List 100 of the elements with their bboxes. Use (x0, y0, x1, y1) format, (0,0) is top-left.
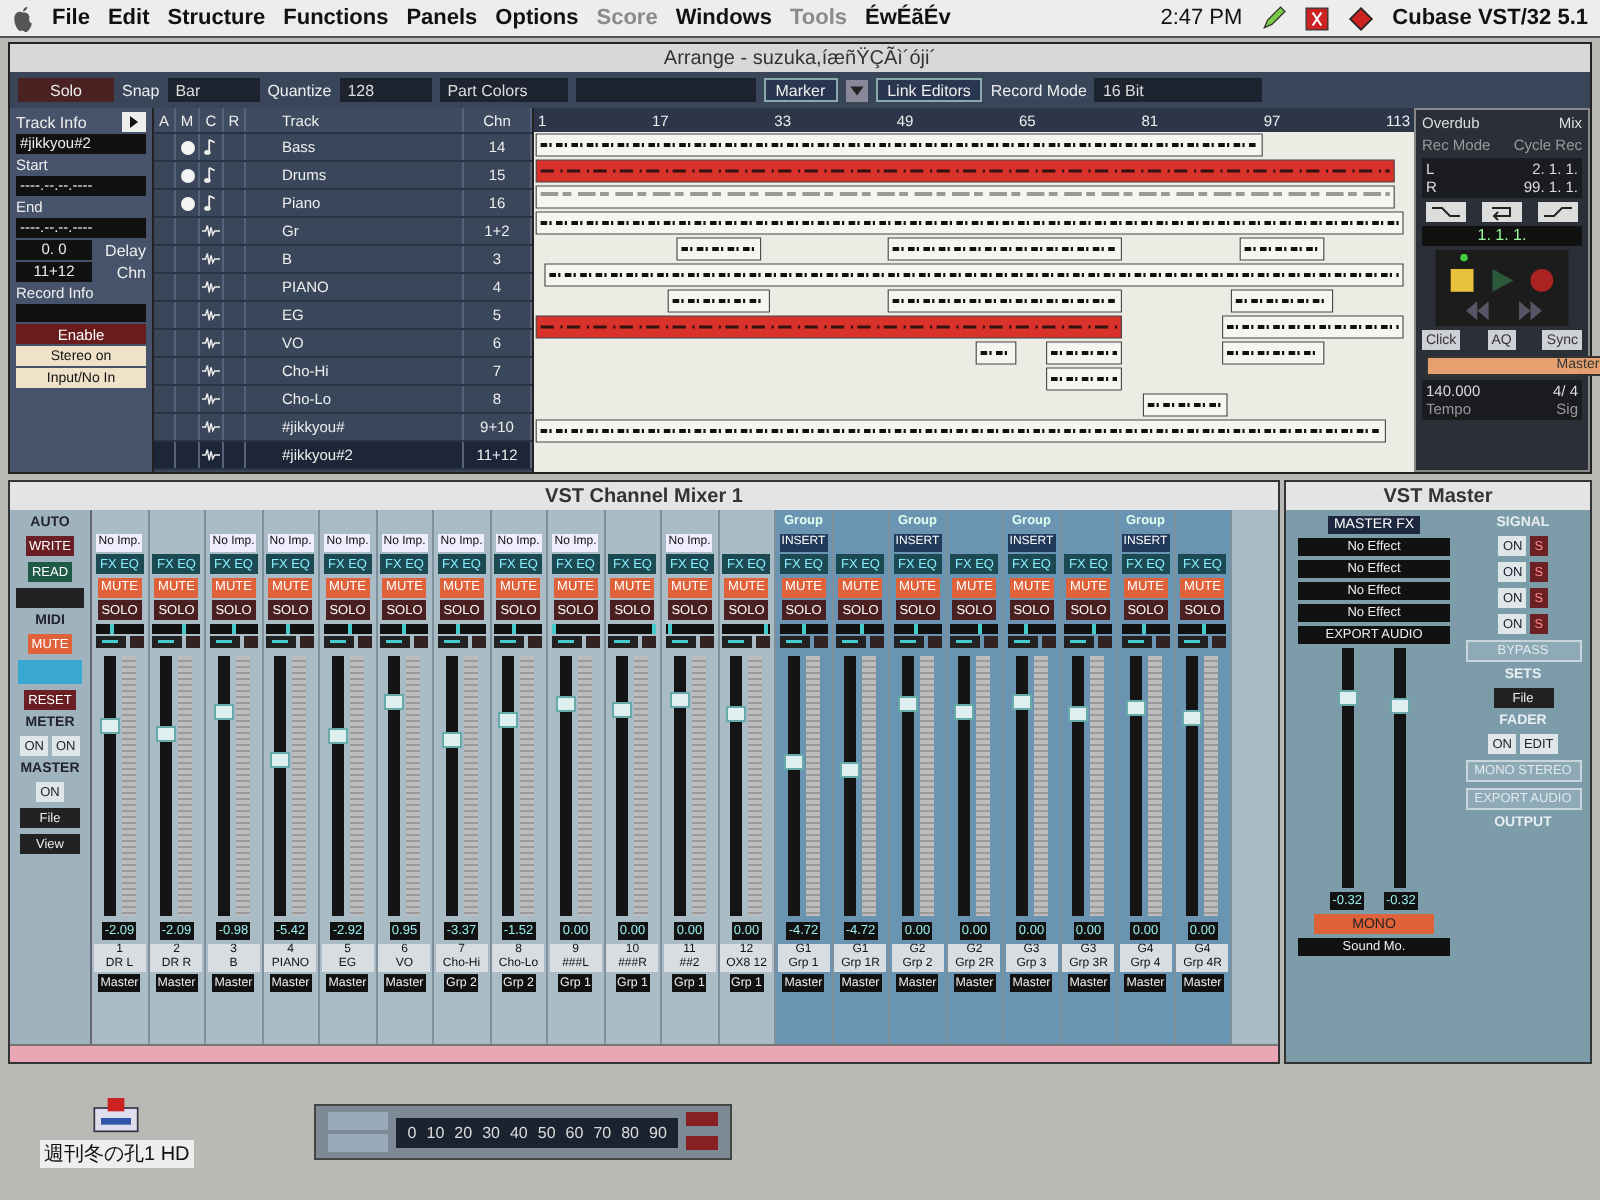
pan-handle[interactable] (286, 623, 291, 633)
fader-handle[interactable] (441, 732, 462, 749)
mute-dot-icon[interactable] (179, 167, 195, 183)
fader-handle[interactable] (1125, 699, 1146, 715)
channel-buttons-drawing[interactable] (437, 636, 486, 648)
fader-handle[interactable] (156, 725, 177, 741)
fader-handle[interactable] (669, 691, 690, 708)
caret-icon[interactable] (845, 79, 868, 101)
fader-handle[interactable] (384, 693, 405, 710)
menu-item[interactable]: File (52, 6, 90, 30)
pan-slider[interactable] (266, 623, 315, 633)
menu-item[interactable]: ÉwÉãÉv (865, 6, 951, 30)
record-info-field[interactable] (16, 304, 146, 322)
fader-handle[interactable] (1011, 693, 1032, 710)
pan-slider[interactable] (95, 623, 144, 633)
fader-handle[interactable] (99, 717, 120, 734)
fader-handle[interactable] (498, 712, 519, 728)
pan-slider[interactable] (437, 623, 486, 633)
menu-item[interactable]: Edit (107, 6, 150, 30)
application-name[interactable]: Cubase VST/32 5.1 (1392, 6, 1588, 30)
hard-disk-icon[interactable] (90, 1097, 143, 1137)
pan-slider[interactable] (1121, 623, 1170, 633)
channel-buttons-drawing[interactable] (608, 636, 657, 648)
pan-handle[interactable] (455, 623, 460, 633)
link-editors-button[interactable]: Link Editors (875, 78, 983, 102)
fader-handle[interactable] (1182, 709, 1203, 726)
pan-handle[interactable] (551, 623, 556, 633)
channel-buttons-drawing[interactable] (665, 636, 714, 648)
snap-dropdown[interactable]: Bar (167, 78, 260, 102)
punch-in-icon[interactable] (1422, 202, 1470, 222)
part-colors-dropdown[interactable]: Part Colors (439, 78, 568, 102)
mute-dot-icon[interactable] (179, 195, 195, 211)
pan-handle[interactable] (1024, 623, 1029, 633)
punch-out-icon[interactable] (1534, 202, 1582, 222)
record-mode-dropdown[interactable]: 16 Bit (1094, 78, 1263, 102)
fader-handle[interactable] (954, 704, 975, 721)
pan-handle[interactable] (801, 623, 806, 633)
pan-handle[interactable] (1202, 623, 1207, 633)
pan-slider[interactable] (779, 623, 828, 633)
toggle-button[interactable] (18, 660, 82, 684)
channel-buttons-drawing[interactable] (1121, 636, 1170, 648)
channel-buttons-drawing[interactable] (1178, 636, 1227, 648)
menu-item[interactable]: Windows (675, 6, 772, 30)
menu-item[interactable]: Panels (406, 6, 478, 30)
channel-buttons-drawing[interactable] (836, 636, 885, 648)
disk-label[interactable]: 週刊冬の孔1 HD (40, 1139, 194, 1167)
pan-slider[interactable] (1007, 623, 1056, 633)
fader-handle[interactable] (555, 696, 576, 713)
channel-buttons-drawing[interactable] (950, 636, 999, 648)
scroll-bar[interactable] (10, 1044, 1278, 1062)
channel-buttons-drawing[interactable] (722, 636, 771, 648)
pan-slider[interactable] (893, 623, 942, 633)
menu-item[interactable]: Options (495, 6, 579, 30)
channel-buttons-drawing[interactable] (95, 636, 144, 648)
apple-icon[interactable] (12, 5, 34, 31)
empty-field[interactable] (575, 78, 756, 102)
channel-buttons-drawing[interactable] (266, 636, 315, 648)
pan-handle[interactable] (110, 623, 115, 633)
pan-slider[interactable] (152, 623, 201, 633)
channel-buttons-drawing[interactable] (893, 636, 942, 648)
pan-slider[interactable] (494, 623, 543, 633)
pan-slider[interactable] (1178, 623, 1227, 633)
pan-handle[interactable] (1091, 623, 1096, 633)
position-scale[interactable]: 0 10 20 30 40 50 60 70 80 90 (395, 1117, 679, 1147)
fader-handle[interactable] (897, 696, 918, 713)
fader-handle[interactable] (840, 761, 861, 778)
pan-slider[interactable] (836, 623, 885, 633)
quantize-dropdown[interactable]: 128 (339, 78, 432, 102)
cycle-icon[interactable] (1478, 202, 1526, 222)
fader-handle[interactable] (612, 701, 633, 718)
channel-buttons-drawing[interactable] (494, 636, 543, 648)
pan-slider[interactable] (209, 623, 258, 633)
pencil-icon[interactable] (1260, 5, 1287, 31)
channel-buttons-drawing[interactable] (323, 636, 372, 648)
channel-buttons-drawing[interactable] (152, 636, 201, 648)
channel-buttons-drawing[interactable] (779, 636, 828, 648)
pan-handle[interactable] (181, 623, 186, 633)
pan-slider[interactable] (323, 623, 372, 633)
pan-slider[interactable] (1064, 623, 1113, 633)
pan-slider[interactable] (950, 623, 999, 633)
fader-handle[interactable] (213, 704, 234, 721)
fader-handle[interactable] (783, 753, 804, 770)
pan-handle[interactable] (1141, 623, 1146, 633)
channel-buttons-drawing[interactable] (1007, 636, 1056, 648)
pan-handle[interactable] (402, 623, 407, 633)
solo-button[interactable]: Solo (18, 78, 114, 102)
position-display[interactable]: 1. 1. 1. (1422, 226, 1582, 246)
pan-handle[interactable] (763, 623, 768, 633)
pan-handle[interactable] (860, 623, 865, 633)
menu-item[interactable]: Structure (167, 6, 266, 30)
menu-item[interactable]: Functions (283, 6, 389, 30)
marker-button[interactable]: Marker (763, 78, 838, 102)
channel-buttons-drawing[interactable] (551, 636, 600, 648)
pan-slider[interactable] (551, 623, 600, 633)
fader-handle[interactable] (270, 751, 291, 767)
fader-handle[interactable] (1390, 697, 1411, 714)
pan-handle[interactable] (977, 623, 982, 633)
channel-buttons-drawing[interactable] (380, 636, 429, 648)
pan-slider[interactable] (380, 623, 429, 633)
pan-handle[interactable] (913, 623, 918, 633)
